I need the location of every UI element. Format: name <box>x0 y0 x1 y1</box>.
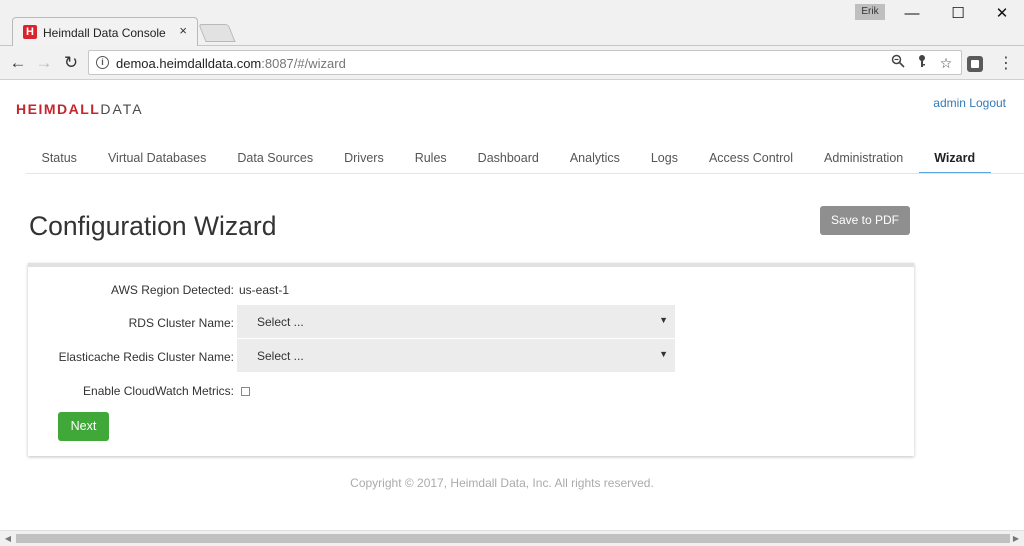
extension-icon[interactable] <box>967 56 983 72</box>
minimize-button[interactable]: — <box>890 2 934 26</box>
tab-administration[interactable]: Administration <box>809 150 919 174</box>
reload-icon[interactable]: ↻ <box>60 52 82 74</box>
profile-badge[interactable]: Erik <box>855 4 885 20</box>
tab-status[interactable]: Status <box>26 150 92 174</box>
save-to-pdf-button[interactable]: Save to PDF <box>820 206 910 235</box>
url-path: :8087/#/wizard <box>261 56 346 71</box>
redis-cluster-label: Elasticache Redis Cluster Name: <box>58 350 234 364</box>
browser-titlebar: H Heimdall Data Console × Erik — ☐ ✕ <box>0 0 1024 46</box>
page-content: HEIMDALLDATA admin Logout Status Virtual… <box>0 81 1024 530</box>
tab-drivers[interactable]: Drivers <box>329 150 400 174</box>
info-icon[interactable]: i <box>96 56 109 69</box>
redis-cluster-select[interactable]: Select ... ▼ <box>237 339 675 372</box>
browser-tab[interactable]: H Heimdall Data Console × <box>12 17 198 46</box>
rds-cluster-label: RDS Cluster Name: <box>128 316 234 330</box>
tab-virtual-databases[interactable]: Virtual Databases <box>92 150 221 174</box>
forward-icon[interactable]: → <box>33 52 55 74</box>
star-icon[interactable]: ☆ <box>937 54 955 72</box>
heimdall-favicon-icon: H <box>23 25 37 39</box>
tab-data-sources[interactable]: Data Sources <box>222 150 329 174</box>
horizontal-scrollbar[interactable]: ◀ ▶ <box>0 530 1024 546</box>
tab-rules[interactable]: Rules <box>399 150 462 174</box>
caret-down-icon: ▼ <box>659 315 668 325</box>
zoom-icon[interactable] <box>889 54 907 72</box>
nav-divider <box>26 173 1024 174</box>
wizard-form: AWS Region Detected: us-east-1 RDS Clust… <box>28 263 914 456</box>
browser-toolbar: ← → ↻ i demoa.heimdalldata.com:8087/#/wi… <box>0 46 1024 80</box>
close-window-button[interactable]: ✕ <box>980 2 1024 26</box>
user-links: admin Logout <box>933 96 1006 110</box>
region-value: us-east-1 <box>239 283 290 297</box>
key-icon[interactable] <box>913 54 931 72</box>
rds-cluster-select[interactable]: Select ... ▼ <box>237 305 675 338</box>
address-bar[interactable]: i demoa.heimdalldata.com:8087/#/wizard ☆ <box>88 50 962 75</box>
page-title: Configuration Wizard <box>29 211 277 241</box>
cloudwatch-checkbox[interactable] <box>241 387 250 396</box>
heimdall-logo[interactable]: HEIMDALLDATA <box>16 101 144 117</box>
region-label: AWS Region Detected: <box>111 283 234 297</box>
main-nav: Status Virtual Databases Data Sources Dr… <box>26 150 991 174</box>
next-button[interactable]: Next <box>58 412 109 441</box>
tab-title: Heimdall Data Console <box>43 26 166 40</box>
tab-logs[interactable]: Logs <box>635 150 693 174</box>
tab-analytics[interactable]: Analytics <box>554 150 635 174</box>
cloudwatch-label: Enable CloudWatch Metrics: <box>83 384 234 398</box>
rds-cluster-value: Select ... <box>257 315 304 329</box>
logout-link[interactable]: Logout <box>969 96 1006 110</box>
scrollbar-thumb[interactable] <box>16 534 1010 543</box>
logo-primary: HEIMDALL <box>16 101 101 117</box>
logo-secondary: DATA <box>100 101 144 117</box>
scroll-left-icon[interactable]: ◀ <box>3 534 13 544</box>
copyright-text: Copyright © 2017, Heimdall Data, Inc. Al… <box>350 476 654 490</box>
caret-down-icon: ▼ <box>659 349 668 359</box>
tab-access-control[interactable]: Access Control <box>693 150 808 174</box>
back-icon[interactable]: ← <box>7 52 29 74</box>
tab-wizard[interactable]: Wizard <box>918 150 991 174</box>
maximize-button[interactable]: ☐ <box>936 2 980 26</box>
tab-dashboard[interactable]: Dashboard <box>462 150 554 174</box>
redis-cluster-value: Select ... <box>257 349 304 363</box>
admin-link[interactable]: admin <box>933 96 966 110</box>
menu-icon[interactable]: ⋮ <box>998 54 1014 74</box>
url-host: demoa.heimdalldata.com <box>116 56 262 71</box>
tab-close-icon[interactable]: × <box>179 24 187 38</box>
url-text[interactable]: demoa.heimdalldata.com:8087/#/wizard <box>116 56 346 71</box>
scroll-right-icon[interactable]: ▶ <box>1011 534 1021 544</box>
new-tab-button[interactable] <box>198 24 236 42</box>
